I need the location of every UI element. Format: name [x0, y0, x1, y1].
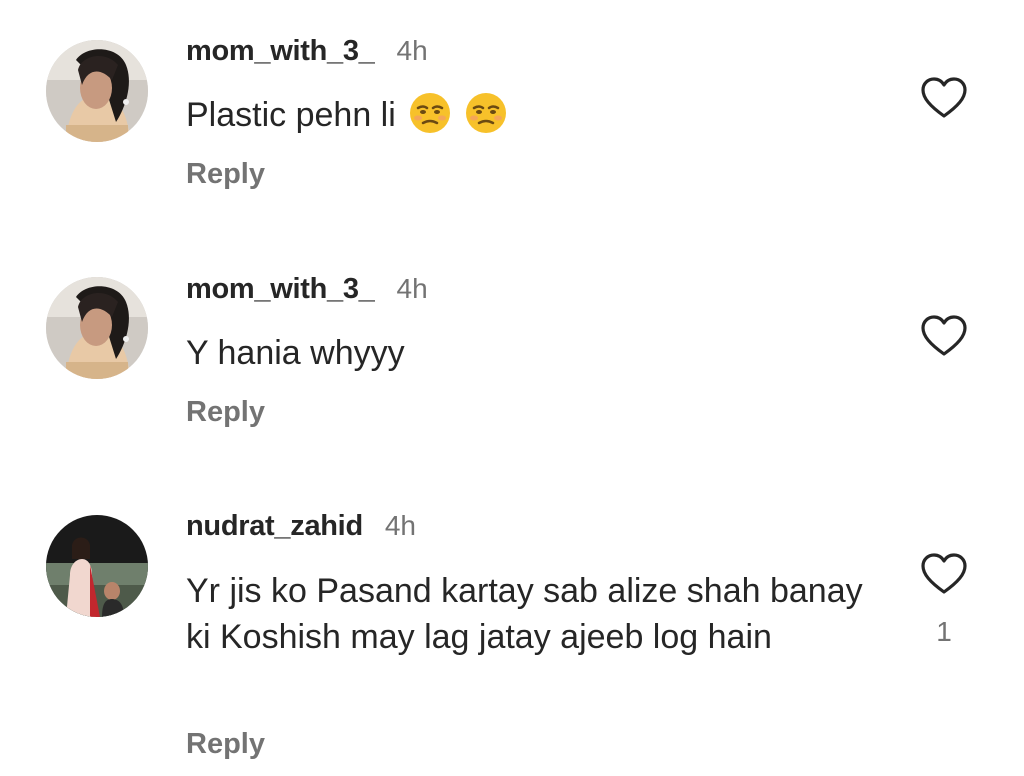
- comment-text: Yr jis ko Pasand kartay sab alize shah b…: [186, 568, 866, 660]
- comment-text: Plastic pehn li: [186, 92, 866, 138]
- unamused-face-icon: [410, 93, 451, 133]
- unamused-face-icon: [465, 93, 506, 133]
- avatar[interactable]: [46, 277, 148, 379]
- comment-text: Y hania whyyy: [186, 330, 866, 376]
- heart-outline-icon: [921, 77, 967, 118]
- reply-button[interactable]: Reply: [186, 396, 265, 429]
- like-count: 1: [936, 616, 952, 647]
- heart-outline-icon: [921, 553, 967, 594]
- like-button[interactable]: [920, 76, 968, 120]
- reply-button[interactable]: Reply: [186, 728, 265, 761]
- like-button[interactable]: [920, 314, 968, 358]
- username-link[interactable]: mom_with_3_: [186, 35, 375, 68]
- reply-button[interactable]: Reply: [186, 158, 265, 191]
- username-link[interactable]: nudrat_zahid: [186, 510, 363, 543]
- comment-header: nudrat_zahid 4h: [186, 510, 416, 550]
- comment-timestamp: 4h: [384, 510, 417, 541]
- comment-header: mom_with_3_ 4h: [186, 35, 428, 75]
- comment-timestamp: 4h: [396, 35, 428, 66]
- heart-outline-icon: [921, 315, 967, 356]
- comment-header: mom_with_3_ 4h: [186, 273, 428, 313]
- avatar[interactable]: [46, 515, 148, 617]
- avatar[interactable]: [46, 40, 148, 142]
- comment-body: Plastic pehn li: [186, 96, 396, 134]
- username-link[interactable]: mom_with_3_: [186, 273, 375, 306]
- like-button[interactable]: [920, 552, 968, 596]
- comment-body: Yr jis ko Pasand kartay sab alize shah b…: [186, 572, 863, 656]
- comment-body: Y hania whyyy: [186, 334, 405, 372]
- comment-timestamp: 4h: [396, 273, 428, 304]
